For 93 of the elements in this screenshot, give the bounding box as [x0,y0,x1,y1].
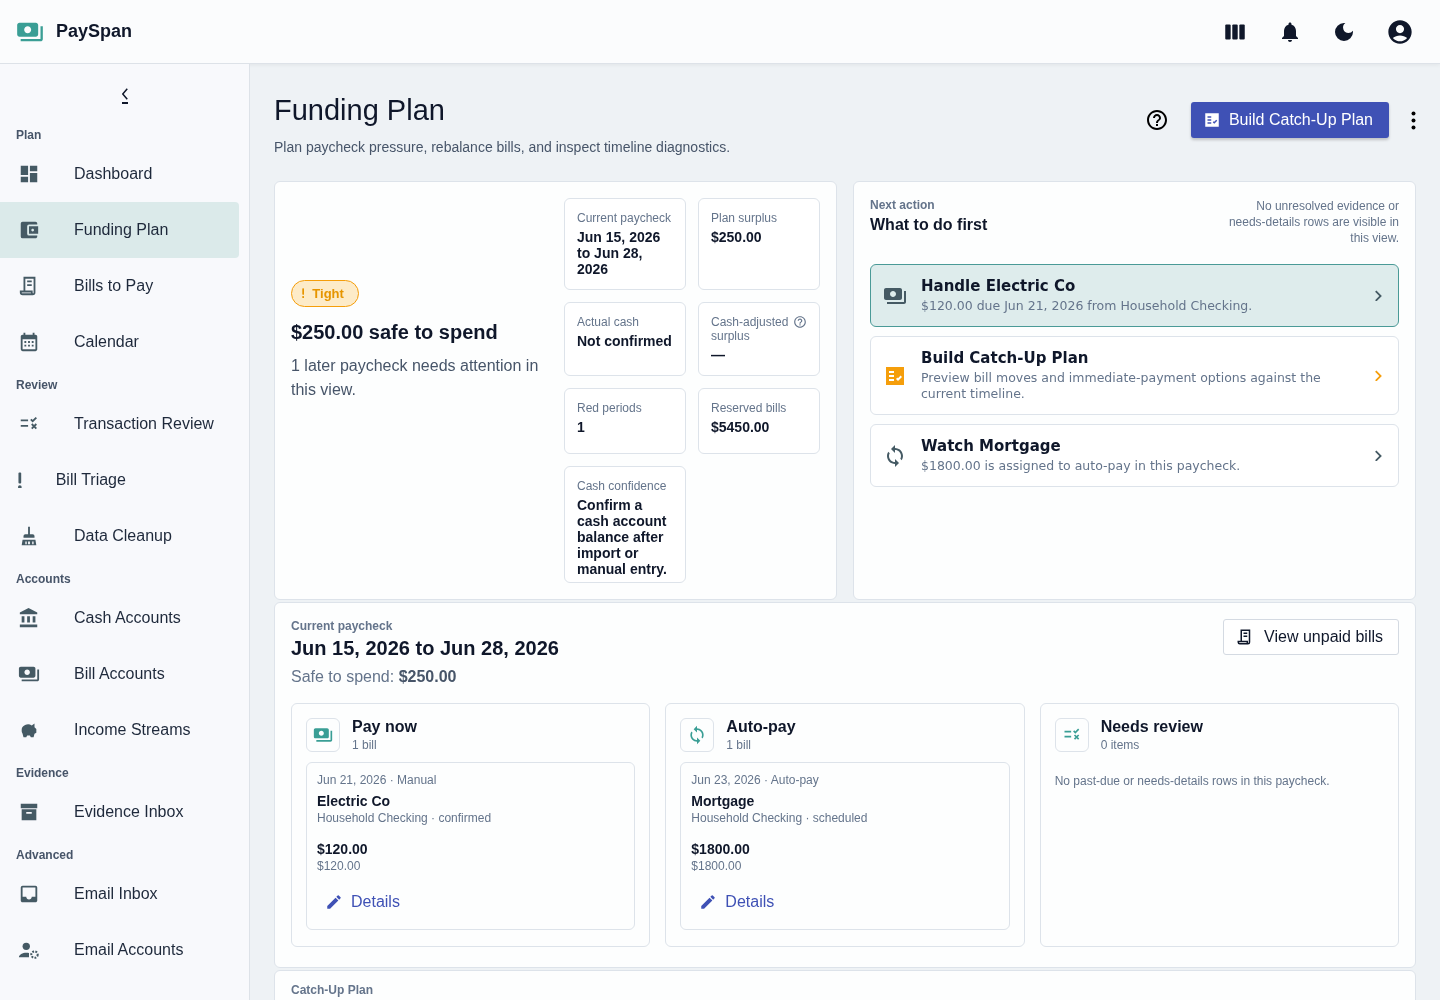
stat-value: Confirm a cash account balance after import or manual entry. [577,497,668,577]
wallet-icon [18,219,40,241]
lane-title: Pay now [352,718,417,736]
bill-account: Household Checking · scheduled [691,811,869,825]
stat-label: Plan surplus [711,211,778,225]
eyebrow-label: Next action [870,198,936,212]
archive-box-icon [18,801,40,823]
help-icon[interactable] [793,315,807,329]
sidebar-item[interactable]: Email Accounts [0,922,239,978]
banknote-icon [313,725,333,745]
details-link[interactable]: Details [317,893,408,911]
sidebar-item[interactable]: Funding Plan [0,202,239,258]
chevron-icon [1374,289,1382,302]
back-icon [121,88,128,100]
sidebar-item[interactable]: Bills to Pay [0,258,239,314]
stat-label: Cash-adjusted surplus [711,315,789,343]
stat-value: — [711,347,726,363]
empty-note: No past-due or needs-details rows in this paycheck. [1054,774,1331,788]
build-plan-button[interactable]: Build Catch-Up Plan [1190,102,1389,138]
stat-value: Not confirmed [577,333,673,349]
eyebrow-label: Current paycheck [291,619,394,633]
bill-sub-amount: $120.00 [317,859,362,873]
more-button[interactable] [1411,110,1416,130]
safe-to-spend: $250.00 safe to spend [291,320,499,344]
chevron-icon [1374,369,1382,382]
page-subtitle: Plan paycheck pressure, rebalance bills, and inspect timeline diagnostics. [274,139,732,155]
bill-amount: $1800.00 [691,841,751,857]
safe-to-spend: Safe to spend: $250.00 [291,668,458,686]
view-bills-button[interactable]: View unpaid bills [1223,619,1399,655]
sidebar-item[interactable]: Dashboard [0,146,239,202]
checklist-icon [1202,111,1221,129]
section-label: Evidence [15,765,70,782]
lane-title: Auto-pay [726,718,796,736]
details-link[interactable]: Details [691,893,783,911]
action-row[interactable]: Handle Electric Co $120.00 due Jun 21, 2026 from Household Checking. [870,264,1399,327]
sidebar-item[interactable]: Cash Accounts [0,590,239,646]
bill-meta: Jun 23, 2026 · Auto-pay [691,773,820,787]
bill-name: Mortgage [691,793,756,809]
bank-icon [18,607,40,629]
account-button[interactable] [1386,17,1414,46]
exclamation-icon [18,471,22,489]
status-badge: Tight [291,279,359,307]
help-button[interactable] [1144,108,1169,132]
help-icon [1144,108,1169,132]
section-label: Review [15,377,59,394]
sidebar-item[interactable]: Calendar [0,314,239,370]
sidebar-item[interactable]: Bill Triage [0,452,239,508]
lane-count: 1 bill [726,738,752,752]
collapse-button[interactable] [121,88,128,104]
action-row[interactable]: Watch Mortgage $1800.00 is assigned to auto-pay in this paycheck. [870,424,1399,487]
section-label: Plan [15,127,43,144]
pencil-icon [699,893,718,911]
lane-count: 1 bill [352,738,378,752]
sidebar-item[interactable]: Bill Accounts [0,646,239,702]
stat-label: Actual cash [577,315,640,329]
bill-amount: $120.00 [317,841,369,857]
stat-value: $5450.00 [711,419,771,435]
bill-account: Household Checking · confirmed [317,811,493,825]
app-name: PaySpan [56,21,133,42]
pencil-icon [325,893,343,911]
section-label: Advanced [15,847,75,864]
account-icon [1386,17,1414,46]
inbox-tray-icon [18,883,40,905]
sidebar-item[interactable]: Data Cleanup [0,508,239,564]
bill-sub-amount: $1800.00 [691,859,743,873]
bill-meta: Jun 21, 2026 · Manual [317,773,438,787]
summary-note: 1 later paycheck needs attention in this view. [291,355,540,400]
lane-title: Needs review [1100,718,1203,736]
stat-value: $250.00 [711,229,763,245]
paycheck-title: Jun 15, 2026 to Jun 28, 2026 [291,637,559,660]
lane-count: 0 items [1100,738,1141,752]
stat-value: Jun 15, 2026 to Jun 28, 2026 [577,229,662,277]
card-title: What to do first [870,216,988,234]
stat-value: 1 [577,419,586,435]
exclamation-icon [302,287,305,299]
more-icon [1411,110,1416,130]
chevron-icon [1374,449,1382,462]
section-label: Accounts [15,571,72,588]
page-title: Funding Plan [274,94,446,127]
calendar-icon [18,331,40,353]
sidebar-item[interactable]: Evidence Inbox [0,784,239,840]
sidebar-item[interactable]: Transaction Review [0,396,239,452]
sidebar-item[interactable]: Income Streams [0,702,239,758]
stat-label: Reserved bills [711,401,787,415]
stat-label: Current paycheck [577,211,672,225]
dashboard-icon [18,163,40,185]
bill-name: Electric Co [317,793,392,809]
next-action-note: No unresolved evidence or needs-details rows are visible in this view. [1227,198,1399,246]
sidebar-item[interactable]: Email Inbox [0,866,239,922]
eyebrow-label: Catch-Up Plan [291,983,374,997]
action-row[interactable]: Build Catch-Up Plan Preview bill moves and immediate-payment options against the current timeline. [870,336,1399,415]
stat-label: Cash confidence [577,479,667,493]
stat-label: Red periods [577,401,642,415]
